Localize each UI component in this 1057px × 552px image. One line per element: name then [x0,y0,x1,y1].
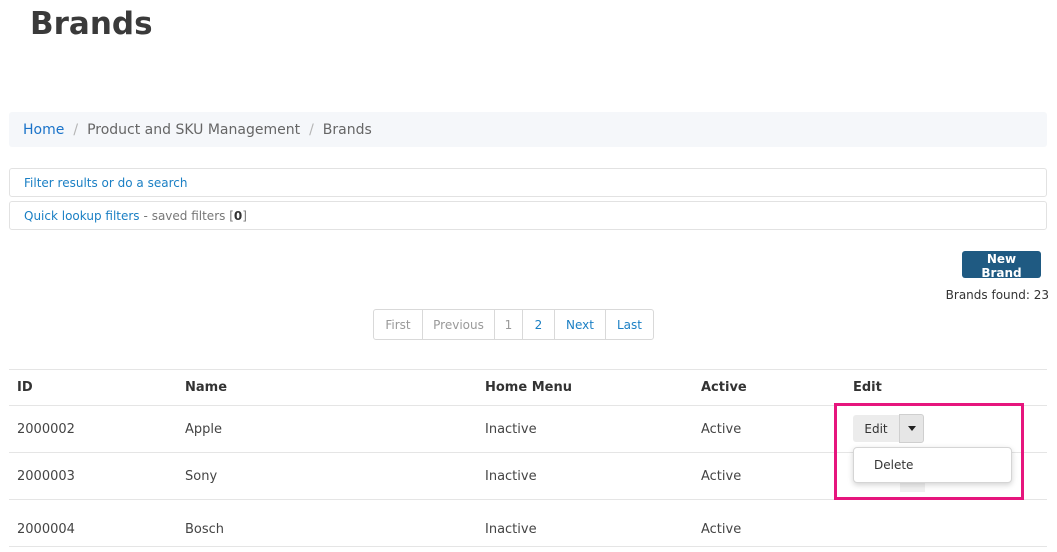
cell-id: 2000004 [17,521,75,537]
cell-name: Sony [185,468,218,484]
column-header-active[interactable]: Active [701,370,747,405]
delete-menu-item[interactable]: Delete [853,447,1012,483]
column-header-home-menu[interactable]: Home Menu [485,370,572,405]
table-header: ID Name Home Menu Active Edit [9,369,1047,406]
cell-home-menu: Inactive [485,468,537,484]
cell-active: Active [701,468,742,484]
edit-dropdown-toggle[interactable] [899,414,924,443]
table-row: 2000004 Bosch Inactive Active [9,500,1047,547]
new-brand-button[interactable]: New Brand [962,251,1041,280]
pagination-next[interactable]: Next [555,310,606,339]
pagination: First Previous 1 2 Next Last [373,309,654,340]
quick-lookup-panel: Quick lookup filters - saved filters [0] [9,201,1047,230]
caret-down-icon [907,426,916,431]
saved-filters-suffix: ] [242,208,247,223]
brands-found-count: Brands found: 23 [945,288,1049,302]
column-header-id[interactable]: ID [17,370,33,405]
cell-id: 2000002 [17,421,75,437]
saved-filters-count: 0 [233,208,243,223]
breadcrumb-separator: / [73,121,79,138]
saved-filters-label: - saved filters [0] [144,209,247,223]
pagination-page-2[interactable]: 2 [523,310,555,339]
filter-panel: Filter results or do a search [9,168,1047,197]
pagination-page-1[interactable]: 1 [495,310,523,339]
pagination-first[interactable]: First [374,310,423,339]
pagination-last[interactable]: Last [606,310,653,339]
column-header-edit: Edit [853,380,882,395]
page-title: Brands [30,6,153,42]
cell-home-menu: Inactive [485,521,537,537]
edit-button[interactable]: Edit [853,415,899,442]
edit-button-group: Edit [853,414,924,443]
cell-active: Active [701,421,742,437]
cell-name: Apple [185,421,223,437]
breadcrumb-current: Brands [322,121,372,138]
breadcrumb-separator: / [309,121,314,138]
quick-lookup-link[interactable]: Quick lookup filters [24,209,140,223]
pagination-previous[interactable]: Previous [423,310,495,339]
cell-id: 2000003 [17,468,75,484]
cell-active: Active [701,521,742,537]
table-row: 2000002 Apple Inactive Active Edit [9,406,1047,453]
breadcrumb-section: Product and SKU Management [87,121,301,138]
breadcrumb-home-link[interactable]: Home [23,122,64,138]
saved-filters-prefix: - saved filters [ [143,208,234,223]
filter-search-link[interactable]: Filter results or do a search [24,176,187,190]
breadcrumb: Home / Product and SKU Management / Bran… [9,112,1047,147]
column-header-name[interactable]: Name [185,370,227,405]
cell-name: Bosch [185,521,225,537]
cell-home-menu: Inactive [485,421,537,437]
